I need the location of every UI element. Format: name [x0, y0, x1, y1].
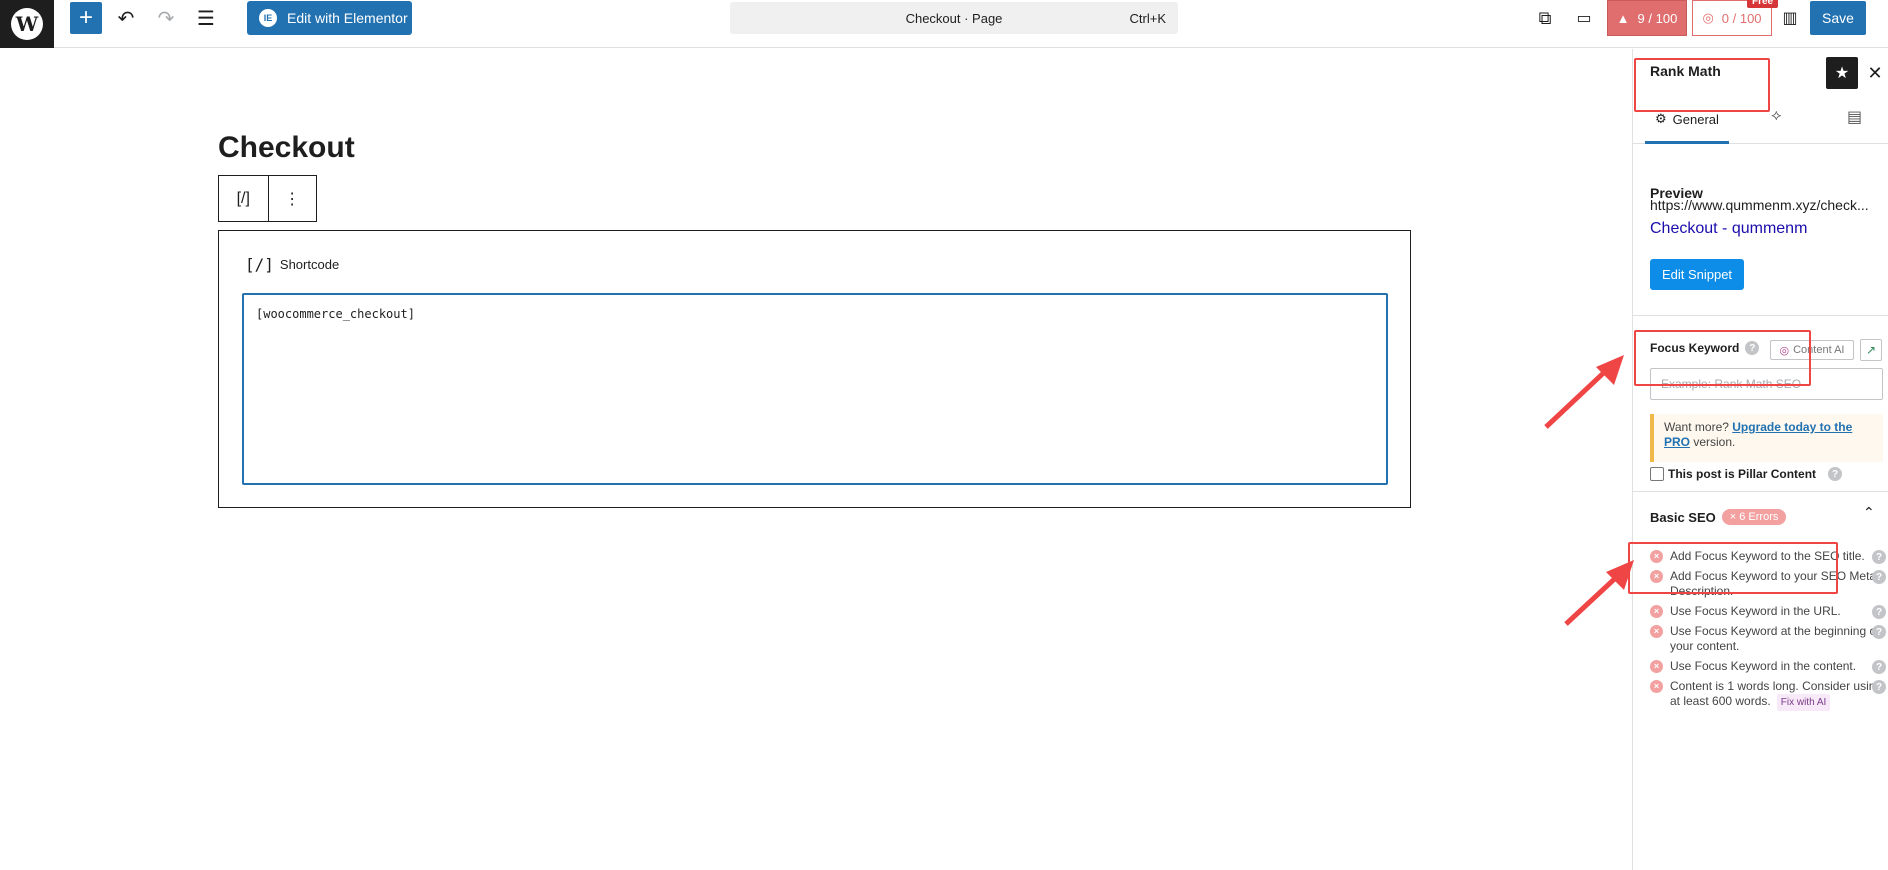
shortcode-block[interactable]: [/] Shortcode [woocommerce_checkout] — [218, 230, 1411, 508]
trend-chart-icon: ↗ — [1865, 343, 1877, 357]
shortcode-label-text: Shortcode — [279, 257, 340, 272]
laptop-icon: ▭ — [1576, 10, 1592, 27]
wordpress-logo-icon: W — [11, 8, 43, 40]
rank-math-seo-score-button[interactable]: ▲ 9 / 100 — [1607, 0, 1687, 36]
fix-with-ai-button[interactable]: Fix with AI — [1776, 694, 1831, 711]
list-view-icon: ☰ — [197, 7, 215, 30]
add-block-button[interactable]: + — [70, 2, 102, 34]
error-icon: × — [1650, 660, 1663, 673]
block-toolbar: [/] ⋮ — [218, 175, 317, 222]
edit-with-elementor-button[interactable]: IE Edit with Elementor — [247, 1, 412, 35]
editor-canvas: Checkout [/] ⋮ [/] Shortcode [woocommerc… — [0, 49, 1632, 870]
tab-social[interactable]: ▤ — [1847, 107, 1862, 127]
notice-prefix: Want more? — [1664, 420, 1733, 434]
help-icon[interactable]: ? — [1872, 625, 1886, 639]
help-icon[interactable]: ? — [1872, 550, 1886, 564]
notice-suffix: version. — [1690, 435, 1736, 449]
help-icon[interactable]: ? — [1872, 680, 1886, 694]
divider — [1633, 491, 1888, 492]
shortcode-block-label: [/] Shortcode — [245, 255, 339, 274]
keyword-trends-button[interactable]: ↗ — [1860, 339, 1882, 361]
rank-math-icon: ▲ — [1616, 10, 1630, 26]
shortcode-icon: [/] — [245, 255, 274, 274]
block-type-button[interactable]: [/] — [219, 176, 268, 221]
annotation-arrow — [1564, 560, 1634, 626]
error-icon: × — [1650, 605, 1663, 618]
preview-url: https://www.qummenm.xyz/check... — [1650, 197, 1869, 213]
page-title[interactable]: Checkout — [218, 131, 355, 165]
block-options-button[interactable]: ⋮ — [267, 176, 317, 221]
gear-icon: ⚙ — [1655, 111, 1667, 126]
elementor-button-label: Edit with Elementor — [287, 10, 408, 26]
social-icon: ▤ — [1847, 109, 1863, 126]
save-button[interactable]: Save — [1810, 1, 1866, 35]
error-icon: × — [1650, 625, 1663, 638]
pillar-content-row: This post is Pillar Content ? — [1650, 467, 1843, 481]
content-ai-score: 0 / 100 — [1721, 10, 1762, 26]
device-preview-button[interactable]: ▭ — [1572, 2, 1596, 34]
wordpress-logo-button[interactable]: W — [0, 0, 54, 48]
redo-icon: ↷ — [157, 7, 175, 30]
sidebar-icon: ▥ — [1782, 10, 1798, 27]
close-icon: ✕ — [1867, 62, 1883, 83]
tab-schema[interactable]: ⟡ — [1771, 107, 1782, 125]
check-text: Use Focus Keyword in the URL. — [1670, 604, 1841, 618]
undo-button[interactable]: ↶ — [112, 2, 140, 34]
elementor-icon: IE — [259, 9, 277, 27]
command-palette-bar[interactable]: Checkout · Page Ctrl+K — [730, 2, 1178, 34]
command-shortcut: Ctrl+K — [1129, 10, 1166, 26]
check-text: Use Focus Keyword in the content. — [1670, 659, 1857, 673]
chevron-up-icon: ⌃ — [1863, 504, 1875, 520]
list-item: × Use Focus Keyword in the URL.? — [1650, 604, 1886, 619]
collapse-button[interactable]: ⌃ — [1863, 504, 1875, 521]
plus-icon: + — [78, 4, 93, 31]
editor-top-bar: W + ↶ ↷ ☰ IE Edit with Elementor Checkou… — [0, 0, 1888, 48]
rank-math-sidebar: Rank Math ★ ✕ ⚙ General ⟡ ▤ Preview http… — [1632, 49, 1888, 870]
help-icon[interactable]: ? — [1872, 570, 1886, 584]
annotation-box-focus-keyword — [1634, 330, 1811, 386]
view-page-button[interactable]: ⧉ — [1533, 2, 1557, 34]
upgrade-notice: Want more? Upgrade today to the PRO vers… — [1650, 414, 1883, 462]
basic-seo-header[interactable]: Basic SEO × 6 Errors — [1650, 509, 1787, 525]
seo-score: 9 / 100 — [1637, 10, 1678, 26]
annotation-box-rank-math — [1634, 58, 1770, 112]
errors-badge: × 6 Errors — [1721, 509, 1787, 525]
annotation-arrow — [1544, 355, 1624, 429]
preview-title: Checkout - qummenm — [1650, 220, 1808, 237]
schema-icon: ⟡ — [1771, 107, 1782, 124]
check-text: Use Focus Keyword at the beginning of yo… — [1670, 624, 1880, 653]
help-icon[interactable]: ? — [1828, 467, 1843, 481]
star-icon: ★ — [1834, 65, 1850, 82]
command-title: Checkout · Page — [905, 10, 1003, 26]
tab-general-label: General — [1672, 111, 1719, 127]
free-badge: Free — [1747, 0, 1779, 8]
shortcode-textarea[interactable]: [woocommerce_checkout] — [242, 293, 1388, 485]
close-panel-button[interactable]: ✕ — [1865, 57, 1885, 89]
help-icon[interactable]: ? — [1872, 605, 1886, 619]
basic-seo-label: Basic SEO — [1650, 509, 1716, 525]
redo-button[interactable]: ↷ — [152, 2, 180, 34]
pin-panel-button[interactable]: ★ — [1826, 57, 1858, 89]
external-link-icon: ⧉ — [1538, 7, 1552, 28]
undo-icon: ↶ — [117, 7, 135, 30]
edit-snippet-button[interactable]: Edit Snippet — [1650, 259, 1744, 290]
content-ai-icon: ◎ — [1702, 10, 1714, 25]
list-item: × Content is 1 words long. Consider using… — [1650, 679, 1886, 711]
pillar-content-label: This post is Pillar Content — [1668, 467, 1817, 481]
pillar-content-checkbox[interactable] — [1650, 467, 1664, 481]
divider — [1633, 315, 1888, 316]
list-item: × Use Focus Keyword at the beginning of y… — [1650, 624, 1886, 654]
document-overview-button[interactable]: ☰ — [192, 2, 220, 34]
list-item: × Use Focus Keyword in the content.? — [1650, 659, 1886, 674]
error-icon: × — [1650, 680, 1663, 693]
annotation-box-basic-seo — [1628, 542, 1838, 594]
settings-sidebar-toggle[interactable]: ▥ — [1778, 2, 1802, 34]
help-icon[interactable]: ? — [1872, 660, 1886, 674]
